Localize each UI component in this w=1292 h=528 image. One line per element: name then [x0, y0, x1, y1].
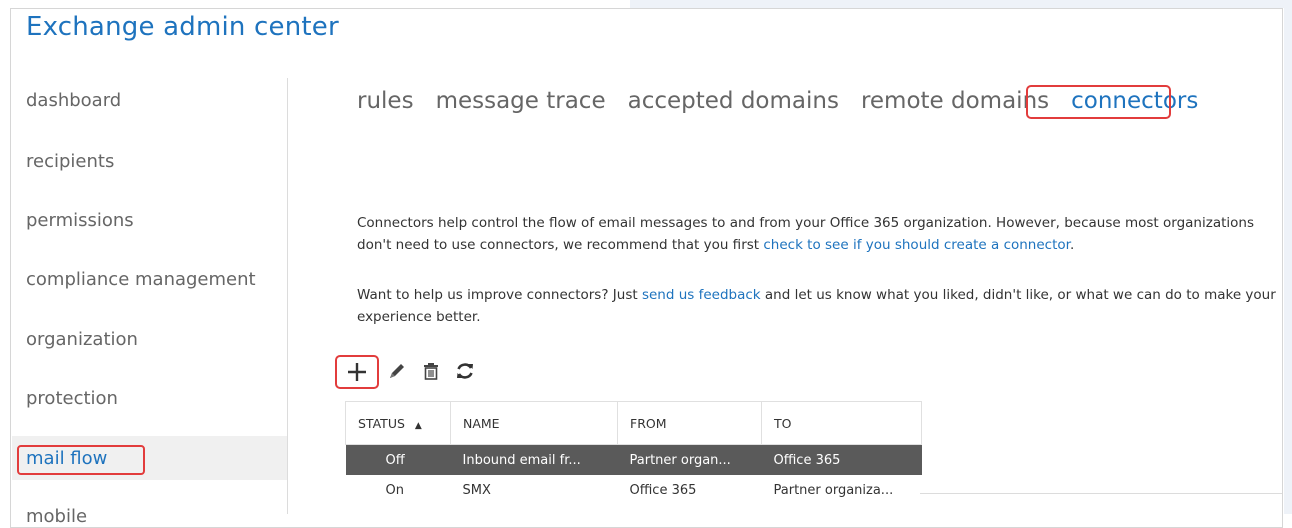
feedback-paragraph: Want to help us improve connectors? Just… [357, 284, 1277, 328]
sidebar-item-recipients[interactable]: recipients [26, 151, 114, 172]
sidebar-item-mobile[interactable]: mobile [26, 506, 87, 527]
column-header-status[interactable]: STATUS ▲ [345, 401, 451, 445]
row-name: SMX [462, 482, 491, 498]
refresh-icon[interactable] [452, 356, 478, 386]
row-to: Office 365 [761, 444, 922, 475]
row-to: Partner organiza... [773, 482, 894, 498]
app-title: Exchange admin center [26, 12, 339, 42]
row-status: Off [345, 444, 451, 475]
table-row[interactable]: On SMX Office 365 Partner organiza... [346, 475, 922, 505]
intro-paragraph: Connectors help control the flow of emai… [357, 212, 1277, 256]
column-header-from[interactable]: FROM [617, 401, 762, 445]
right-background [1284, 0, 1292, 514]
row-from: Office 365 [629, 482, 697, 498]
send-feedback-link[interactable]: send us feedback [642, 287, 761, 303]
sidebar-item-permissions[interactable]: permissions [26, 210, 134, 231]
sidebar-divider [287, 78, 288, 514]
sidebar-item-dashboard[interactable]: dashboard [26, 90, 121, 111]
column-header-name[interactable]: NAME [450, 401, 618, 445]
mail-flow-highlight [17, 445, 145, 475]
tab-accepted-domains[interactable]: accepted domains [628, 88, 839, 114]
tab-remote-domains[interactable]: remote domains [861, 88, 1049, 114]
sidebar-item-organization[interactable]: organization [26, 329, 138, 350]
intro-end: . [1069, 237, 1075, 253]
edit-icon[interactable] [384, 356, 410, 386]
row-name: Inbound email fr... [450, 444, 618, 475]
add-button-highlight [335, 355, 379, 389]
details-pane-divider [920, 493, 1282, 494]
feedback-text: Want to help us improve connectors? Just [357, 287, 642, 303]
tab-rules[interactable]: rules [357, 88, 414, 114]
delete-icon[interactable] [418, 356, 444, 386]
column-header-to[interactable]: TO [761, 401, 922, 445]
sort-ascending-icon: ▲ [414, 420, 422, 431]
sidebar-item-protection[interactable]: protection [26, 388, 118, 409]
row-status: On [385, 482, 404, 498]
column-header-status-label: STATUS [358, 415, 405, 431]
table-row[interactable]: Off Inbound email fr... Partner organ...… [345, 444, 922, 475]
sidebar-item-compliance-management[interactable]: compliance management [26, 269, 256, 290]
tab-message-trace[interactable]: message trace [436, 88, 606, 114]
top-background [630, 0, 1292, 8]
connectors-tab-highlight [1026, 85, 1171, 119]
connectors-table: STATUS ▲ NAME FROM TO Off Inbound email f… [345, 401, 922, 505]
check-connector-link[interactable]: check to see if you should create a conn… [763, 237, 1070, 253]
row-from: Partner organ... [617, 444, 762, 475]
